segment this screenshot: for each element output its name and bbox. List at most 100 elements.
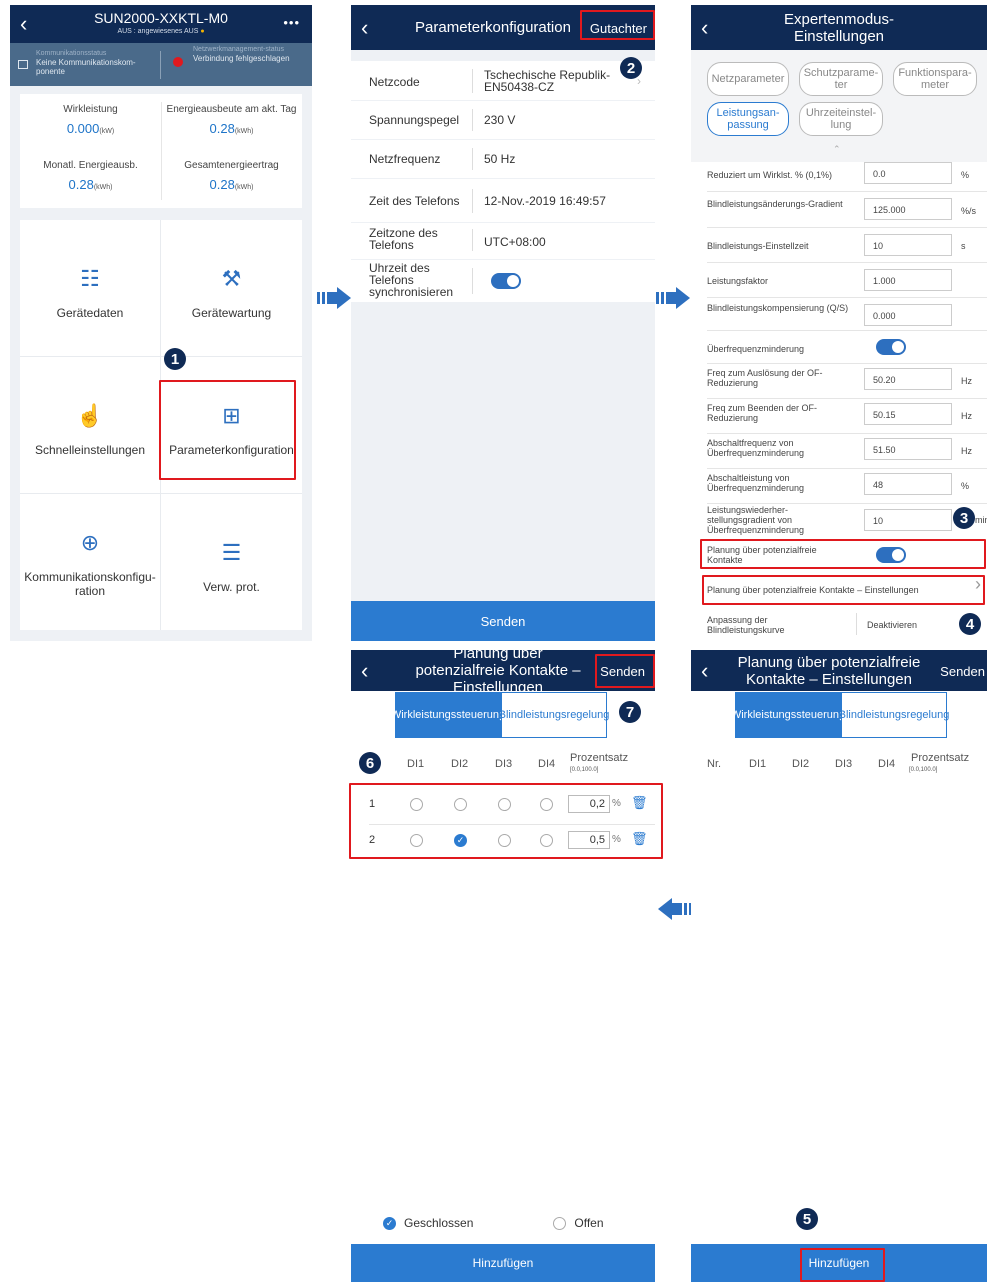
row-power-factor[interactable]: Leistungsfaktor 1.000 [691, 264, 987, 298]
step-badge-5: 5 [796, 1208, 818, 1230]
row-of-cutoff-power[interactable]: Abschaltleistung von Überfrequenzminderu… [691, 470, 987, 504]
send-button[interactable]: Senden [940, 663, 985, 680]
col-di2: DI2 [792, 758, 810, 770]
control-tabs: Wirkleistungssteuerung Blindleistungsreg… [391, 692, 609, 738]
closed-label: Geschlossen [404, 1216, 474, 1230]
sync-time-toggle[interactable] [491, 273, 521, 289]
chevron-up-icon[interactable]: ⌃ [833, 144, 841, 155]
network-status-label: Netzwerkmanagement-status [193, 46, 285, 53]
open-label: Offen [574, 1216, 604, 1230]
row-grid-code[interactable]: Netzcode Tschechische Republik-EN50438-CZ… [351, 61, 655, 100]
row-of-trigger-freq[interactable]: Freq zum Auslösung der OF-Reduzierung 50.… [691, 365, 987, 399]
home-header: ‹ SUN2000-XXKTL-M0 AUS : angewiesenes AU… [10, 5, 312, 43]
row-phone-time[interactable]: Zeit des Telefons 12-Nov.-2019 16:49:57 [351, 179, 655, 222]
chip-power-adjustment[interactable]: Leistungsan-passung [707, 102, 789, 136]
tab-active-power[interactable]: Wirkleistungssteuerung [731, 692, 845, 738]
tile-maintenance[interactable]: ⚒ Gerätewartung [161, 220, 302, 356]
device-data-icon: ☷ [80, 266, 100, 291]
globe-icon: ⊕ [80, 530, 100, 555]
parameter-config-panel: ‹ Parameterkonfiguration Gutachter Netzc… [351, 5, 655, 641]
row-voltage-level[interactable]: Spannungspegel 230 V [351, 101, 655, 139]
device-title: SUN2000-XXKTL-M0 [94, 10, 228, 26]
step-badge-3: 3 [953, 507, 975, 529]
row-sync-time[interactable]: Uhrzeit des Telefons synchronisieren [351, 260, 655, 302]
highlight-dry-contact-settings [702, 575, 985, 605]
device-subtitle: AUS : angewiesenes AUS ● [117, 28, 205, 35]
closed-radio[interactable]: ✓ [383, 1216, 396, 1230]
send-button[interactable]: Senden [351, 601, 655, 641]
comm-status-value: Keine Kommunikationskom-ponente [36, 58, 136, 76]
tab-reactive-power[interactable]: Blindleistungsregelung [499, 692, 609, 738]
row-grid-frequency[interactable]: Netzfrequenz 50 Hz [351, 140, 655, 178]
col-di2: DI2 [451, 758, 469, 770]
step-badge-7: 7 [619, 701, 641, 723]
comm-status-label: Kommunikationsstatus [36, 50, 107, 57]
step-badge-2: 2 [620, 57, 642, 79]
open-radio[interactable] [553, 1216, 567, 1230]
highlight-table-rows [349, 783, 663, 859]
row-of-recovery-gradient[interactable]: Leistungswiederher-stellungsgradient von… [691, 505, 987, 539]
col-di4: DI4 [878, 758, 896, 770]
dry-contact-panel-empty: ‹ Planung über potenzialfreie Kontakte –… [691, 650, 987, 1282]
highlight-add [800, 1248, 885, 1282]
col-nr: Nr. [707, 758, 722, 770]
col-di3: DI3 [495, 758, 513, 770]
col-di4: DI4 [538, 758, 556, 770]
stat-daily-yield: Energieausbeute am akt. Tag 0.28(kWh) [166, 104, 297, 136]
highlight-dry-contact [700, 539, 986, 569]
row-of-cutoff-freq[interactable]: Abschaltfrequenz von Überfrequenzminderu… [691, 435, 987, 469]
col-percentage: Prozentsatz [911, 752, 970, 764]
page-title: Planung über potenzialfreie Kontakte – E… [415, 645, 581, 696]
tab-reactive-power[interactable]: Blindleistungsregelung [839, 692, 949, 738]
chip-protection-params[interactable]: Schutzparame-ter [799, 62, 883, 96]
category-area: Netzparameter Schutzparame-ter Funktions… [691, 50, 987, 162]
tile-comm-config[interactable]: ⊕ Kommunikationskonfigu-ration [20, 494, 160, 630]
row-timezone[interactable]: Zeitzone des Telefons UTC+08:00 [351, 223, 655, 259]
step-badge-4: 4 [959, 613, 981, 635]
tile-device-data[interactable]: ☷ Gerätedaten [20, 220, 160, 356]
col-di1: DI1 [749, 758, 767, 770]
highlight-send [595, 654, 655, 688]
row-q-settime[interactable]: Blindleistungs-Einstellzeit 10 s [691, 229, 987, 263]
chip-grid-params[interactable]: Netzparameter [707, 62, 789, 96]
row-q-curve[interactable]: Anpassung der Blindleistungskurve Deaktiv… [691, 611, 987, 641]
more-icon[interactable]: ••• [283, 15, 300, 30]
chip-function-params[interactable]: Funktionspara-meter [893, 62, 977, 96]
col-percentage-range: [0.0,100.0] [909, 767, 938, 773]
col-percentage-range: [0.0,100.0] [570, 767, 599, 773]
row-of-end-freq[interactable]: Freq zum Beenden der OF-Reduzierung 50.15… [691, 400, 987, 434]
highlight-expert [580, 10, 655, 40]
tile-quick-settings[interactable]: ☝ Schnelleinstellungen [20, 357, 160, 493]
contact-state-row: ✓ Geschlossen Offen [351, 1204, 655, 1242]
chip-time-settings[interactable]: Uhrzeiteinstel-lung [799, 102, 883, 136]
network-status-value: Verbindung fehlgeschlagen [193, 54, 290, 63]
dry-contact-panel-filled: ‹ Planung über potenzialfreie Kontakte –… [351, 645, 655, 1282]
page-title: Expertenmodus-Einstellungen [783, 10, 895, 45]
stat-total-yield: Gesamtenergieertrag 0.28(kWh) [184, 160, 279, 192]
tab-active-power[interactable]: Wirkleistungssteuerung [391, 692, 505, 738]
back-arrow-icon[interactable]: ‹ [701, 16, 708, 39]
back-arrow-icon[interactable]: ‹ [361, 659, 368, 682]
col-di3: DI3 [835, 758, 853, 770]
flow-arrow-right-icon [317, 287, 351, 309]
flow-arrow-right-icon [656, 287, 690, 309]
row-reduce-active[interactable]: Reduziert um Wirklst. % (0,1%) 0.0% [691, 162, 987, 192]
module-icon [18, 60, 28, 69]
back-arrow-icon[interactable]: ‹ [361, 16, 368, 39]
hand-pointer-icon: ☝ [76, 403, 104, 428]
dry-contact-header: ‹ Planung über potenzialfreie Kontakte –… [691, 650, 987, 691]
add-button[interactable]: Hinzufügen [351, 1244, 655, 1282]
status-bar: Kommunikationsstatus Keine Kommunikation… [10, 43, 312, 86]
back-arrow-icon[interactable]: ‹ [701, 659, 708, 682]
row-q-gradient[interactable]: Blindleistungsänderungs-Gradient 125.000%… [691, 193, 987, 228]
expert-header: ‹ Expertenmodus-Einstellungen [691, 5, 987, 50]
stat-monthly-yield: Monatl. Energieausb. 0.28(kWh) [43, 160, 138, 192]
col-percentage: Prozentsatz [570, 752, 629, 764]
row-overfreq-derating[interactable]: Überfrequenzminderung [691, 332, 987, 364]
overfreq-toggle[interactable] [876, 339, 906, 355]
stats-card: Wirkleistung 0.000(kW) Energieausbeute am… [20, 94, 302, 208]
tile-logs[interactable]: ☰ Verw. prot. [161, 494, 302, 630]
row-q-compensation[interactable]: Blindleistungskompensierung (Q/S) 0.000 [691, 299, 987, 331]
col-di1: DI1 [407, 758, 425, 770]
step-badge-6: 6 [359, 752, 381, 774]
